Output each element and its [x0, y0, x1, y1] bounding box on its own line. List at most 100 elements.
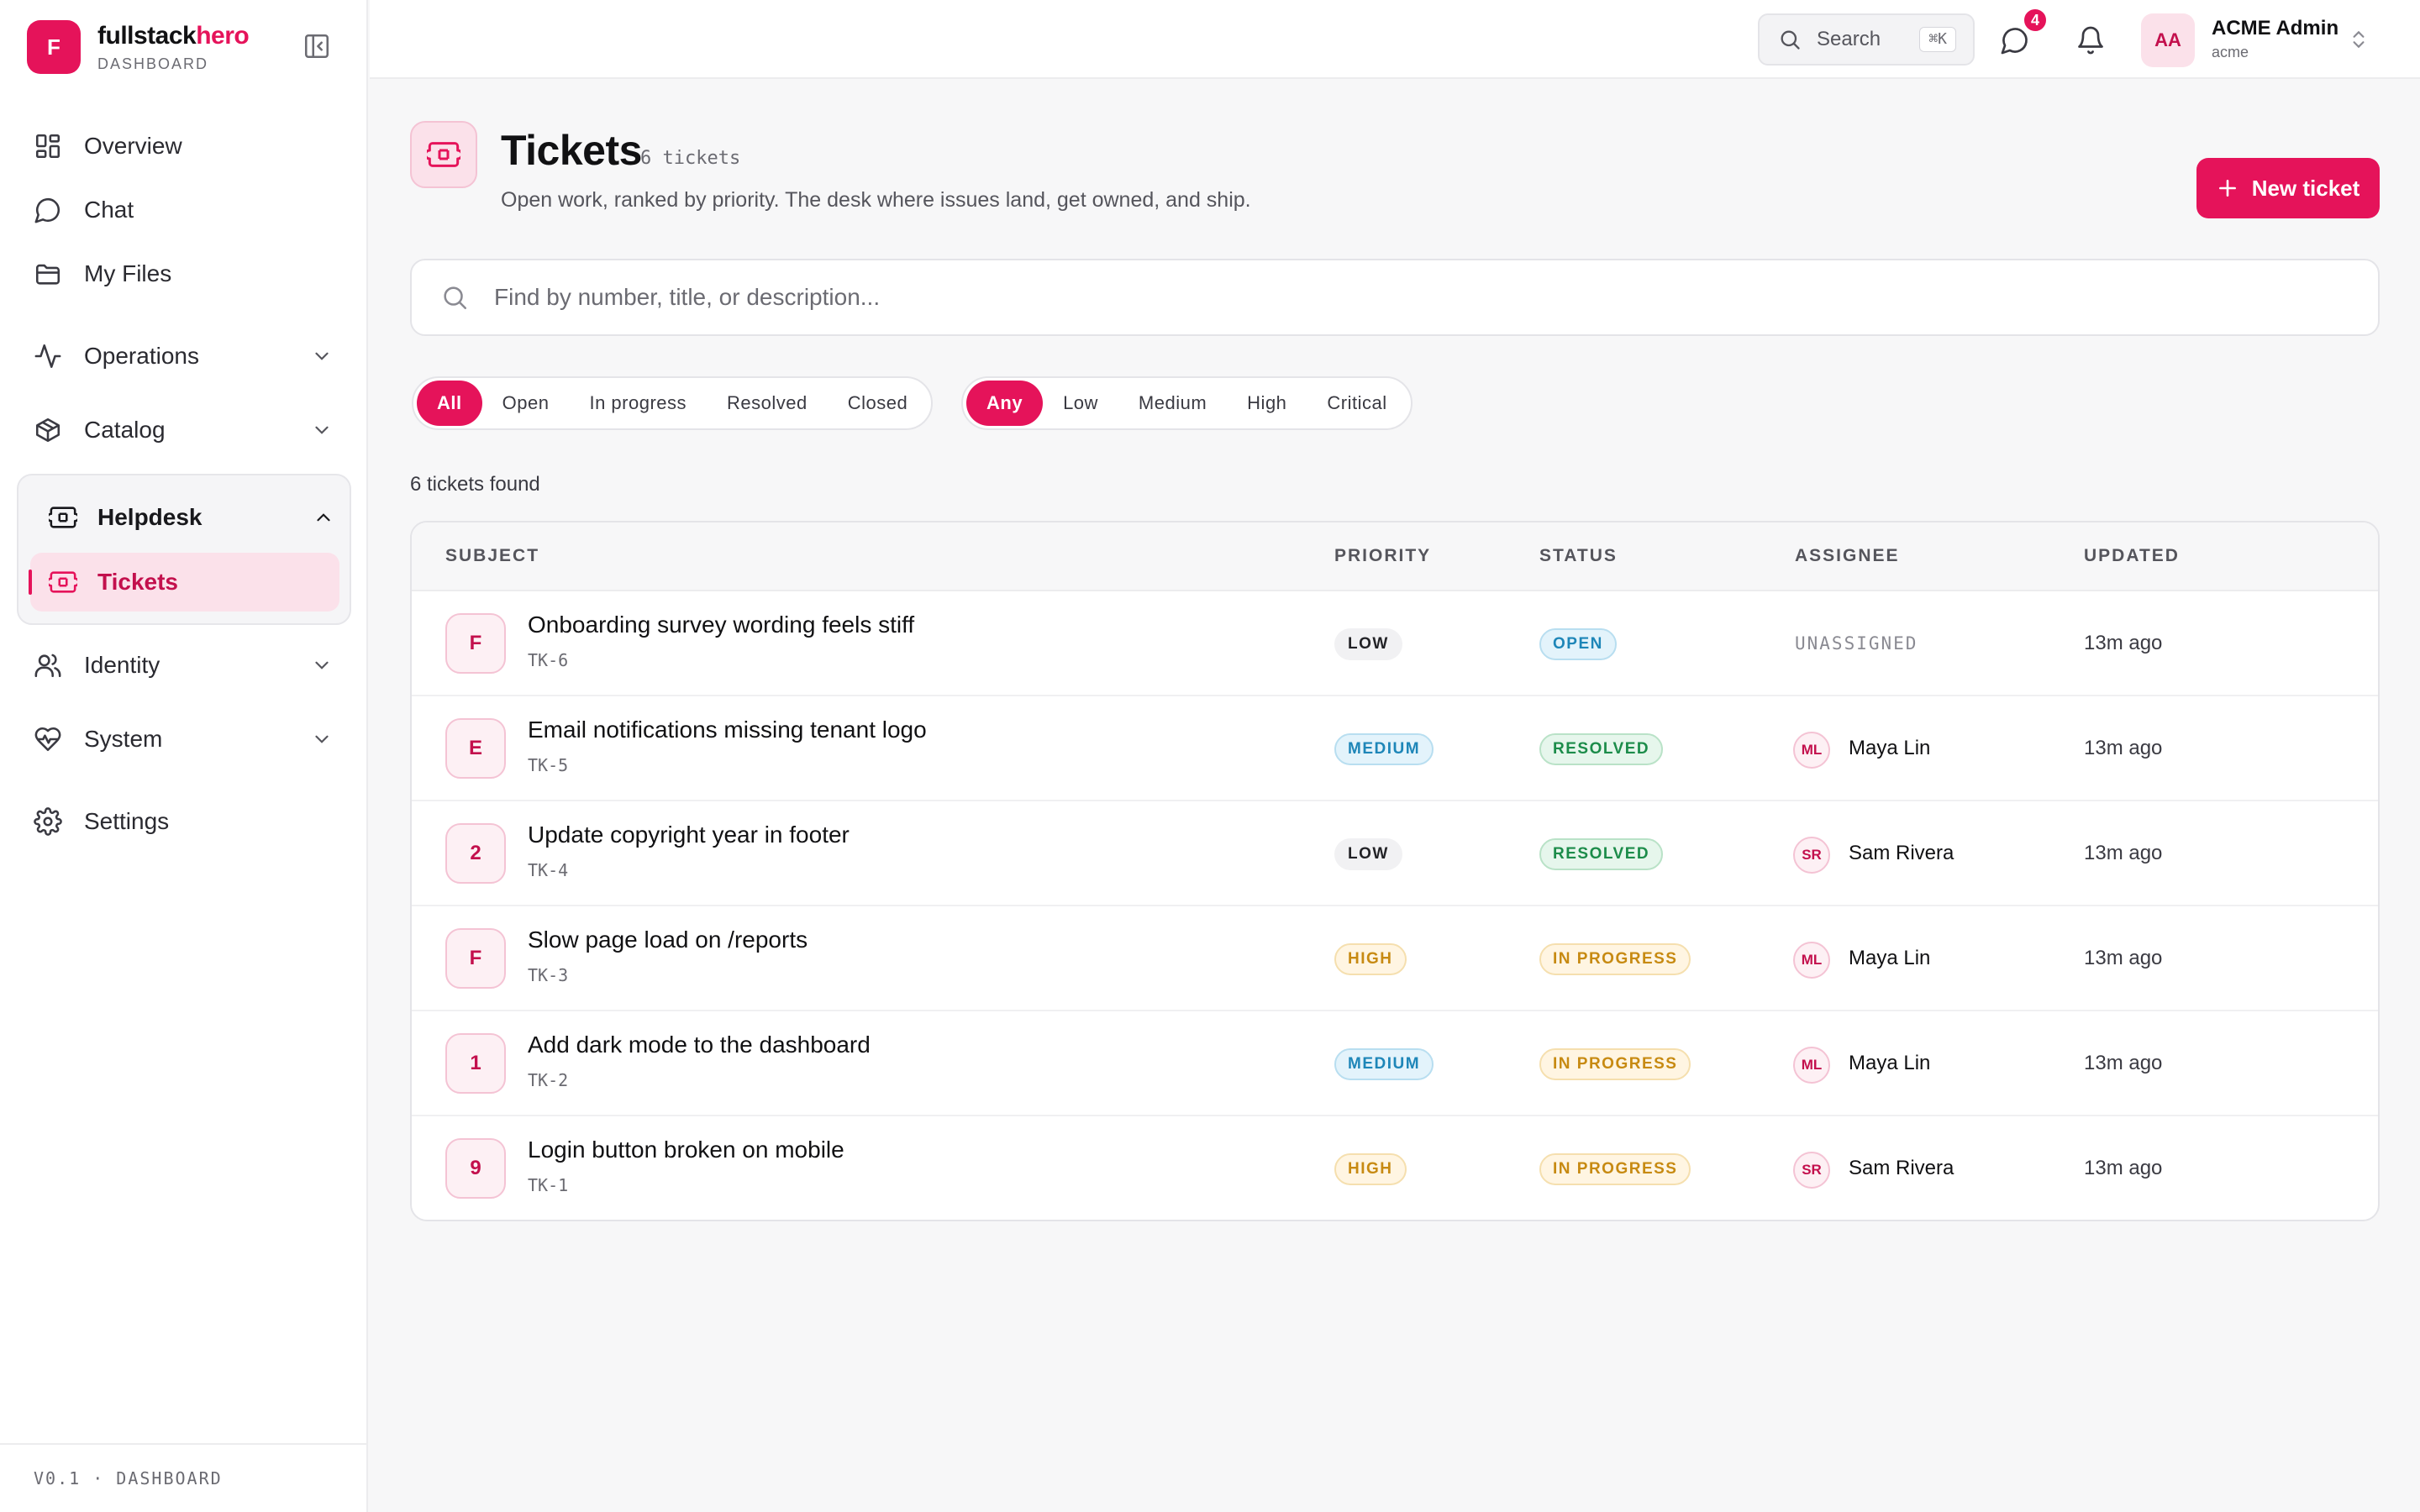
status-filter-closed[interactable]: Closed [828, 381, 928, 426]
package-icon [34, 416, 62, 444]
assignee-name: Sam Rivera [1849, 1157, 1954, 1179]
heart-pulse-icon [34, 725, 62, 753]
global-search-button[interactable]: Search ⌘K [1758, 13, 1975, 66]
updated-time: 13m ago [2084, 1157, 2163, 1179]
ticket-title[interactable]: Add dark mode to the dashboard [528, 1032, 871, 1058]
search-label: Search [1817, 28, 1881, 50]
sidebar-item-tickets[interactable]: Tickets [29, 553, 339, 612]
ticket-title[interactable]: Login button broken on mobile [528, 1137, 844, 1163]
search-icon [440, 283, 469, 312]
sidebar-item-label: Settings [84, 808, 170, 834]
assignee-avatar: ML [1793, 1047, 1830, 1084]
page-title: Tickets [501, 127, 642, 174]
sidebar-collapse-icon[interactable] [302, 32, 331, 60]
ticket-title[interactable]: Email notifications missing tenant logo [528, 717, 927, 743]
table-row[interactable]: E Email notifications missing tenant log… [412, 696, 2378, 801]
ticket-count: 6 tickets [640, 148, 741, 169]
ticket-avatar: 9 [445, 1138, 506, 1199]
chevrons-up-down-icon[interactable] [2348, 27, 2370, 52]
page-description: Open work, ranked by priority. The desk … [501, 188, 1251, 212]
user-tenant: acme [2212, 44, 2249, 60]
table-row[interactable]: 2 Update copyright year in footer TK-4 L… [412, 801, 2378, 906]
status-badge: RESOLVED [1539, 838, 1664, 870]
ticket-title[interactable]: Slow page load on /reports [528, 927, 808, 953]
table-row[interactable]: F Slow page load on /reports TK-3 HIGH I… [412, 906, 2378, 1011]
new-ticket-button[interactable]: New ticket [2196, 158, 2380, 218]
sidebar-item-operations[interactable]: Operations [34, 333, 336, 380]
ticket-search[interactable] [410, 259, 2380, 336]
activity-icon [34, 342, 62, 370]
ticket-avatar: E [445, 718, 506, 779]
ticket-avatar: F [445, 613, 506, 674]
ticket-title[interactable]: Onboarding survey wording feels stiff [528, 612, 914, 638]
search-icon [1778, 28, 1802, 51]
status-badge: IN PROGRESS [1539, 1153, 1691, 1185]
column-header-updated[interactable]: UPDATED [2084, 546, 2180, 566]
brand[interactable]: F fullstackhero DASHBOARD [27, 20, 250, 74]
assignee-name: Sam Rivera [1849, 842, 1954, 864]
sidebar-item-catalog[interactable]: Catalog [34, 407, 336, 454]
brand-name: fullstackhero [97, 22, 250, 50]
sidebar-item-identity[interactable]: Identity [34, 642, 336, 689]
sidebar-item-label: My Files [84, 260, 172, 286]
table-row[interactable]: 9 Login button broken on mobile TK-1 HIG… [412, 1116, 2378, 1220]
priority-filter-low[interactable]: Low [1043, 381, 1118, 426]
priority-badge: MEDIUM [1334, 733, 1434, 765]
table-row[interactable]: 1 Add dark mode to the dashboard TK-2 ME… [412, 1011, 2378, 1116]
table-header: SUBJECT PRIORITY STATUS ASSIGNEE UPDATED [412, 522, 2378, 591]
updated-time: 13m ago [2084, 947, 2163, 969]
status-filter-open[interactable]: Open [482, 381, 570, 426]
assignee-avatar: SR [1793, 837, 1830, 874]
sidebar-item-settings[interactable]: Settings [34, 798, 336, 845]
priority-badge: HIGH [1334, 1153, 1407, 1185]
sidebar-item-label: Overview [84, 133, 182, 159]
sidebar-group-helpdesk: Helpdesk Tickets [17, 474, 351, 625]
column-header-subject[interactable]: SUBJECT [445, 546, 539, 566]
new-ticket-label: New ticket [2251, 175, 2360, 201]
chevron-up-icon [313, 507, 334, 528]
ticket-avatar: 1 [445, 1033, 506, 1094]
status-filter-in-progress[interactable]: In progress [569, 381, 707, 426]
column-header-status[interactable]: STATUS [1539, 546, 1618, 566]
sidebar-item-label: Helpdesk [97, 504, 203, 530]
status-badge: IN PROGRESS [1539, 943, 1691, 975]
ticket-id: TK-3 [528, 965, 569, 985]
sidebar-item-system[interactable]: System [34, 716, 336, 763]
ticket-avatar: F [445, 928, 506, 989]
column-header-priority[interactable]: PRIORITY [1334, 546, 1431, 566]
priority-badge: HIGH [1334, 943, 1407, 975]
results-count: 6 tickets found [410, 473, 540, 496]
sidebar-item-chat[interactable]: Chat [34, 186, 336, 234]
priority-filter-any[interactable]: Any [966, 381, 1044, 426]
table-row[interactable]: F Onboarding survey wording feels stiff … [412, 591, 2378, 696]
chevron-down-icon [311, 728, 333, 750]
user-name[interactable]: ACME Admin [2212, 17, 2338, 40]
gear-icon [34, 807, 62, 836]
user-avatar[interactable]: AA [2141, 13, 2195, 67]
brand-text: fullstackhero DASHBOARD [97, 22, 250, 73]
tickets-table: SUBJECT PRIORITY STATUS ASSIGNEE UPDATED… [410, 521, 2380, 1221]
status-badge: IN PROGRESS [1539, 1048, 1691, 1080]
sidebar-item-overview[interactable]: Overview [34, 123, 336, 170]
sidebar-item-label: Chat [84, 197, 134, 223]
status-filter-all[interactable]: All [417, 381, 482, 426]
ticket-title[interactable]: Update copyright year in footer [528, 822, 850, 848]
updated-time: 13m ago [2084, 842, 2163, 864]
priority-filter-high[interactable]: High [1227, 381, 1307, 426]
column-header-assignee[interactable]: ASSIGNEE [1795, 546, 1900, 566]
sidebar-item-label: Identity [84, 652, 160, 678]
status-filter: All Open In progress Resolved Closed [412, 376, 934, 430]
ticket-search-input[interactable] [494, 284, 2343, 311]
sidebar-item-my-files[interactable]: My Files [34, 250, 336, 297]
priority-filter-medium[interactable]: Medium [1118, 381, 1227, 426]
assignee-avatar: SR [1793, 1152, 1830, 1189]
sidebar-item-helpdesk[interactable]: Helpdesk [49, 494, 334, 541]
sidebar-item-label: Catalog [84, 417, 166, 443]
bell-icon[interactable] [2075, 25, 2106, 55]
active-indicator [29, 570, 32, 595]
ticket-id: TK-2 [528, 1070, 569, 1090]
status-filter-resolved[interactable]: Resolved [707, 381, 828, 426]
ticket-icon [410, 121, 477, 188]
sidebar-footer: V0.1 · DASHBOARD [0, 1443, 366, 1512]
priority-filter-critical[interactable]: Critical [1307, 381, 1407, 426]
